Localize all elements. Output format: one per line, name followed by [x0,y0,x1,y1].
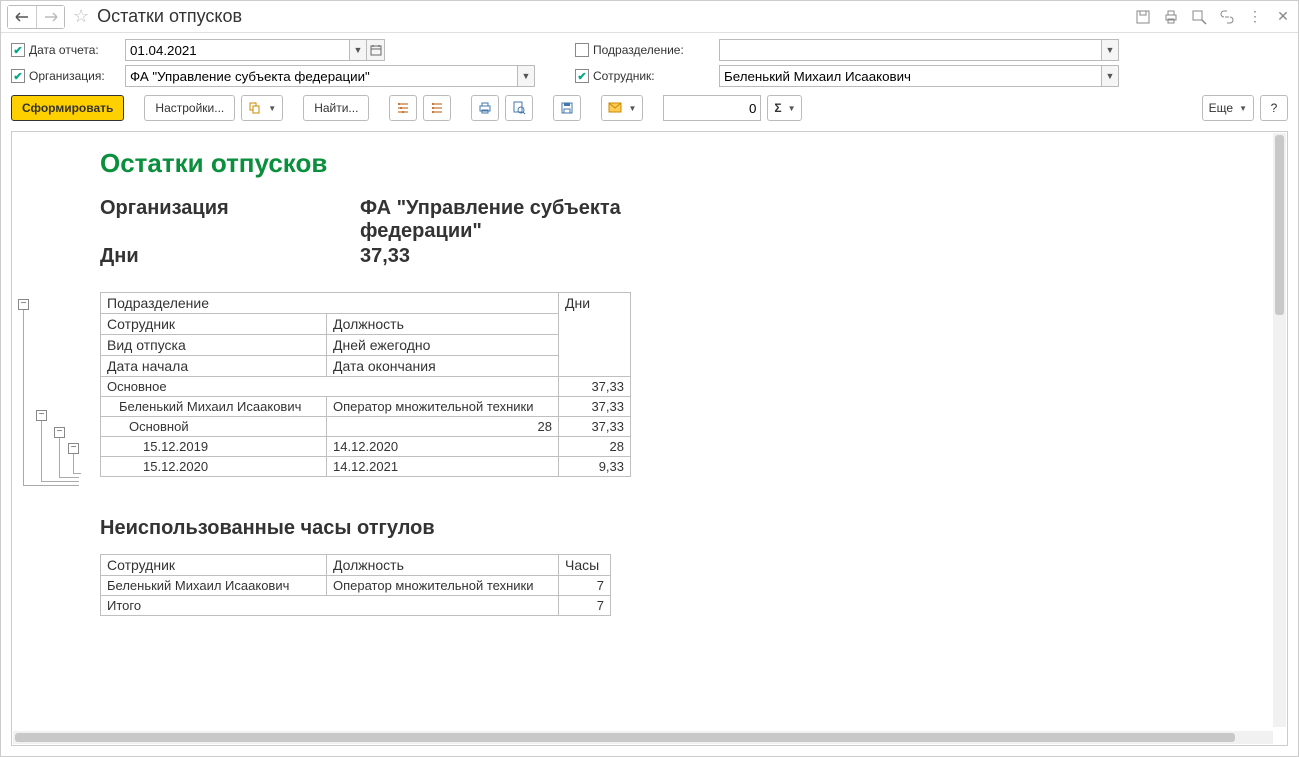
employee-label: Сотрудник: [593,69,655,83]
date-calendar-button[interactable] [367,39,385,61]
th2-position: Должность [327,555,559,576]
summary-days-value: 37,33 [360,245,410,268]
th-position: Должность [327,314,559,335]
table-row: 15.12.2020 14.12.2021 9,33 [101,457,631,477]
more-menu-icon[interactable]: ⋮ [1246,8,1264,26]
department-label: Подразделение: [593,43,684,57]
zoom-icon[interactable] [1190,8,1208,26]
th-employee: Сотрудник [101,314,327,335]
forward-button[interactable] [36,6,64,28]
th2-employee: Сотрудник [101,555,327,576]
organization-checkbox[interactable] [11,69,25,83]
link-icon[interactable] [1218,8,1236,26]
date-label: Дата отчета: [29,43,99,57]
summary-days-label: Дни [100,245,360,268]
tree-node[interactable]: − [68,443,79,454]
date-input[interactable] [125,39,349,61]
summary-org-label: Организация [100,197,360,243]
variants-button[interactable]: ▼ [241,95,283,121]
email-button[interactable]: ▼ [601,95,643,121]
tree-node[interactable]: − [36,410,47,421]
th-start-date: Дата начала [101,356,327,377]
department-dropdown-button[interactable]: ▼ [1101,39,1119,61]
back-button[interactable] [8,6,36,28]
print-icon[interactable] [1162,8,1180,26]
params-panel: Дата отчета: ▼ Подразделение: ▼ Организа… [1,33,1298,89]
th-department: Подразделение [101,293,559,314]
nav-buttons [7,5,65,29]
save-button[interactable] [553,95,581,121]
table-row: Беленький Михаил Исаакович Оператор множ… [101,397,631,417]
tree-node[interactable]: − [18,299,29,310]
organization-input[interactable] [125,65,517,87]
report-body: Остатки отпусков Организация ФА "Управле… [90,132,1287,745]
toolbar: Сформировать Настройки... ▼ Найти... ▼ Σ… [1,89,1298,131]
employee-input[interactable] [719,65,1101,87]
preview-button[interactable] [505,95,533,121]
sigma-button[interactable]: Σ▼ [767,95,802,121]
section-title-hours: Неиспользованные часы отгулов [100,517,1277,540]
titlebar: ☆ Остатки отпусков ⋮ ✕ [1,1,1298,33]
table-row: Основное 37,33 [101,377,631,397]
more-button[interactable]: Еще▼ [1202,95,1254,121]
employee-checkbox[interactable] [575,69,589,83]
th2-hours: Часы [559,555,611,576]
print-button[interactable] [471,95,499,121]
th-end-date: Дата окончания [327,356,559,377]
summary-org-value: ФА "Управление субъекта федерации" [360,197,630,243]
number-input[interactable] [663,95,761,121]
report-heading: Остатки отпусков [100,148,1277,179]
organization-label: Организация: [29,69,105,83]
horizontal-scrollbar[interactable] [13,731,1273,744]
date-dropdown-button[interactable]: ▼ [349,39,367,61]
department-input[interactable] [719,39,1101,61]
save-report-icon[interactable] [1134,8,1152,26]
help-button[interactable]: ? [1260,95,1288,121]
date-checkbox[interactable] [11,43,25,57]
vacation-table: Подразделение Дни Сотрудник Должность Ви… [100,292,631,477]
th-days: Дни [559,293,631,377]
hours-table: Сотрудник Должность Часы Беленький Михаи… [100,554,611,616]
table-row: 15.12.2019 14.12.2020 28 [101,437,631,457]
vertical-scrollbar[interactable] [1273,133,1286,727]
settings-button[interactable]: Настройки... [144,95,235,121]
th-vacation-type: Вид отпуска [101,335,327,356]
tree-gutter: − − − − [12,132,90,745]
department-checkbox[interactable] [575,43,589,57]
report-area: − − − − Остатки отпусков Организация ФА … [11,131,1288,746]
tree-node[interactable]: − [54,427,65,438]
generate-button[interactable]: Сформировать [11,95,124,121]
th-days-annual: Дней ежегодно [327,335,559,356]
employee-dropdown-button[interactable]: ▼ [1101,65,1119,87]
page-title: Остатки отпусков [97,6,242,27]
table-row: Основной 28 37,33 [101,417,631,437]
organization-dropdown-button[interactable]: ▼ [517,65,535,87]
table-row: Итого 7 [101,596,611,616]
find-button[interactable]: Найти... [303,95,369,121]
expand-groups-button[interactable] [389,95,417,121]
table-row: Беленький Михаил Исаакович Оператор множ… [101,576,611,596]
close-icon[interactable]: ✕ [1274,8,1292,26]
favorite-icon[interactable]: ☆ [73,6,89,27]
collapse-groups-button[interactable] [423,95,451,121]
